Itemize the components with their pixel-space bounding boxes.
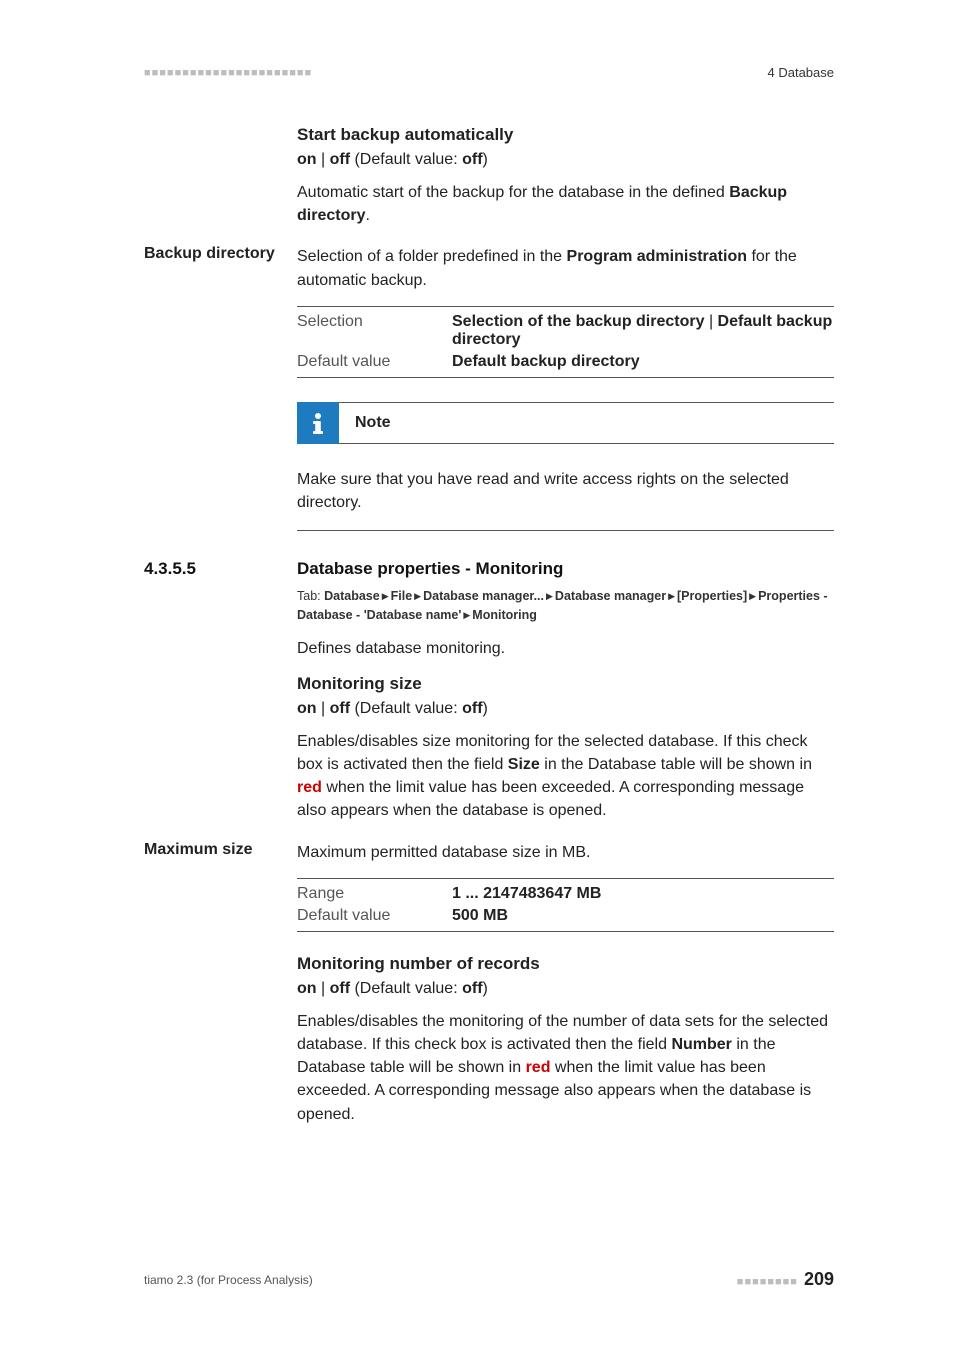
option-default-label: (Default value: [350,980,462,997]
para-maximum-size: Maximum permitted database size in MB. [297,841,834,864]
para-monitoring-size: Enables/disables size monitoring for the… [297,730,834,823]
option-line-monitoring-records: on | off (Default value: off) [297,980,834,998]
deflist-row: Selection Selection of the backup direct… [297,311,834,351]
tab-seg: Database manager [555,589,666,603]
text-red: red [526,1059,551,1076]
chevron-right-icon: ▶ [546,590,553,604]
option-off: off [330,151,350,168]
footer-right: ■■■■■■■■ 209 [737,1269,834,1290]
text-bold: Selection of the backup directory [452,313,705,330]
section-start-backup: Start backup automatically on | off (Def… [297,125,834,227]
info-icon [297,402,339,444]
deflist-val-default: Default backup directory [452,351,834,373]
tab-seg: [Properties] [677,589,747,603]
option-off: off [330,980,350,997]
option-line-monitoring-size: on | off (Default value: off) [297,700,834,718]
para-start-backup: Automatic start of the backup for the da… [297,181,834,227]
option-default-value: off [462,980,482,997]
deflist-val-default: 500 MB [452,905,834,927]
option-default-value: off [462,700,482,717]
deflist-key-default: Default value [297,905,452,927]
heading-start-backup: Start backup automatically [297,125,834,145]
deflist-row: Default value Default backup directory [297,351,834,373]
option-sep: | [317,151,330,168]
section-maximum-size: Maximum size Maximum permitted database … [297,841,834,932]
heading-monitoring-records: Monitoring number of records [297,954,834,974]
header-chapter: 4 Database [768,65,835,80]
text: | [705,313,718,330]
option-on: on [297,700,317,717]
deflist-key-range: Range [297,883,452,905]
tab-path: Tab: Database▶File▶Database manager...▶D… [297,587,834,625]
option-on: on [297,151,317,168]
para-defines: Defines database monitoring. [297,637,834,660]
text-bold: 1 ... 2147483647 MB [452,885,601,902]
footer-product: tiamo 2.3 (for Process Analysis) [144,1273,313,1287]
option-close: ) [483,700,488,717]
page-header: ■■■■■■■■■■■■■■■■■■■■■■ 4 Database [144,65,834,80]
option-sep: | [317,980,330,997]
deflist-row: Default value 500 MB [297,905,834,927]
option-close: ) [483,980,488,997]
option-default-label: (Default value: [350,151,462,168]
chevron-right-icon: ▶ [414,590,421,604]
side-label-maximum-size: Maximum size [144,841,289,859]
section-monitoring-records: Monitoring number of records on | off (D… [297,954,834,1126]
deflist-key-selection: Selection [297,311,452,351]
option-close: ) [483,151,488,168]
tab-seg: Monitoring [472,608,537,622]
option-default-value: off [462,151,482,168]
chevron-right-icon: ▶ [463,609,470,623]
text: Automatic start of the backup for the da… [297,184,729,201]
section-number: 4.3.5.5 [144,559,297,579]
chevron-right-icon: ▶ [382,590,389,604]
option-sep: | [317,700,330,717]
chevron-right-icon: ▶ [668,590,675,604]
tab-seg: Database [324,589,380,603]
chevron-right-icon: ▶ [749,590,756,604]
note-body: Make sure that you have read and write a… [297,468,834,531]
option-off: off [330,700,350,717]
section-heading-row: 4.3.5.5 Database properties - Monitoring [297,559,834,579]
note-box: Note Make sure that you have read and wr… [297,402,834,531]
text-bold: Default backup directory [452,353,640,370]
para-backup-directory: Selection of a folder predefined in the … [297,245,834,291]
footer-dots-icon: ■■■■■■■■ [737,1276,798,1288]
text: when the limit value has been exceeded. … [297,779,804,819]
text-red: red [297,779,322,796]
text: . [365,207,369,224]
deflist-maximum-size: Range 1 ... 2147483647 MB Default value … [297,878,834,932]
option-line-start-backup: on | off (Default value: off) [297,151,834,169]
deflist-row: Range 1 ... 2147483647 MB [297,883,834,905]
deflist-key-default: Default value [297,351,452,373]
text-bold: Program administration [567,248,747,265]
page-footer: tiamo 2.3 (for Process Analysis) ■■■■■■■… [144,1269,834,1290]
heading-monitoring-size: Monitoring size [297,674,834,694]
note-title-wrap: Note [339,402,834,444]
page-number: 209 [804,1269,834,1290]
section-title: Database properties - Monitoring [297,559,563,579]
tab-seg: Database manager... [423,589,544,603]
header-dots-icon: ■■■■■■■■■■■■■■■■■■■■■■ [144,67,312,79]
text-bold: 500 MB [452,907,508,924]
text-bold: Number [671,1036,731,1053]
text-bold: Size [508,756,540,773]
option-on: on [297,980,317,997]
deflist-val-selection: Selection of the backup directory | Defa… [452,311,834,351]
tab-prefix: Tab: [297,589,324,603]
deflist-val-range: 1 ... 2147483647 MB [452,883,834,905]
section-db-properties-monitoring: 4.3.5.5 Database properties - Monitoring… [297,559,834,822]
section-backup-directory: Backup directory Selection of a folder p… [297,245,834,531]
note-title: Note [339,414,391,432]
note-header: Note [297,402,834,444]
text: in the Database table will be shown in [540,756,812,773]
option-default-label: (Default value: [350,700,462,717]
tab-seg: File [391,589,413,603]
text: Selection of a folder predefined in the [297,248,567,265]
para-monitoring-records: Enables/disables the monitoring of the n… [297,1010,834,1126]
deflist-backup-directory: Selection Selection of the backup direct… [297,306,834,378]
side-label-backup-directory: Backup directory [144,245,289,263]
